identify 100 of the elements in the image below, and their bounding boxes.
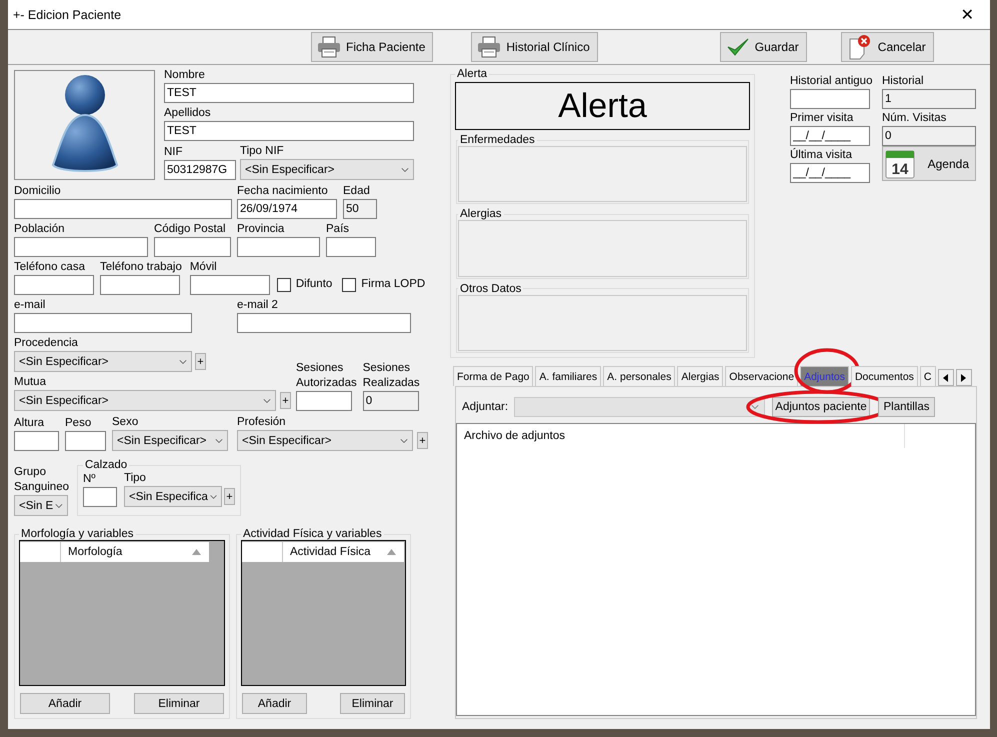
text-field[interactable] bbox=[296, 391, 352, 411]
text-field[interactable] bbox=[65, 431, 106, 451]
add-button[interactable]: + bbox=[195, 353, 206, 370]
add-button[interactable]: + bbox=[224, 488, 235, 505]
tab[interactable]: Documentos bbox=[850, 366, 918, 386]
field-label: e-mail 2 bbox=[237, 298, 278, 313]
text-field[interactable]: 50 bbox=[343, 199, 377, 219]
text-field[interactable] bbox=[237, 313, 411, 333]
text-field[interactable] bbox=[190, 275, 270, 295]
add-button[interactable]: + bbox=[280, 392, 291, 409]
field-label: Altura bbox=[14, 416, 44, 431]
toolbar-button[interactable]: Guardar bbox=[720, 32, 807, 62]
field-label: Adjuntar: bbox=[462, 401, 510, 413]
checkbox-label: Firma LOPD bbox=[361, 277, 426, 292]
field-label: Primer visita bbox=[790, 111, 854, 126]
field-label: Edad bbox=[343, 184, 370, 199]
tab[interactable]: C bbox=[920, 366, 936, 386]
tab[interactable]: A. familiares bbox=[535, 366, 602, 386]
alert-banner: Alerta bbox=[455, 82, 750, 130]
group-title: Actividad Física y variables bbox=[242, 528, 383, 540]
row-header-cell bbox=[242, 542, 283, 562]
text-field[interactable]: 0 bbox=[882, 126, 976, 146]
text-field[interactable] bbox=[326, 237, 376, 257]
field-label: Núm. Visitas bbox=[882, 111, 946, 126]
text-field[interactable]: 1 bbox=[882, 89, 976, 109]
field-label: Sexo bbox=[112, 415, 138, 430]
sort-up-icon bbox=[192, 549, 201, 555]
group-title: Alergias bbox=[459, 208, 503, 220]
column-header[interactable]: Morfología bbox=[61, 542, 209, 562]
grid-button[interactable]: Eliminar bbox=[134, 693, 224, 714]
tab[interactable]: Forma de Pago bbox=[453, 366, 534, 386]
text-field[interactable] bbox=[237, 237, 320, 257]
text-field[interactable]: __/__/____ bbox=[790, 126, 870, 146]
group-title: Otros Datos bbox=[459, 282, 522, 295]
field-label: Población bbox=[14, 222, 65, 237]
checkbox[interactable] bbox=[342, 278, 356, 292]
field-label: Historial antiguo bbox=[790, 74, 872, 89]
add-button[interactable]: + bbox=[417, 432, 428, 449]
column-header[interactable]: Actividad Física bbox=[283, 542, 404, 562]
tab[interactable]: A. personales bbox=[603, 366, 676, 386]
text-field[interactable]: 50312987G bbox=[164, 160, 236, 180]
checkbox-label: Difunto bbox=[296, 277, 332, 292]
field-label: Domicilio bbox=[14, 184, 61, 199]
field-label: País bbox=[326, 222, 350, 237]
field-label: Procedencia bbox=[14, 336, 78, 351]
field-label: Teléfono casa bbox=[14, 260, 85, 275]
text-field[interactable]: TEST bbox=[164, 83, 414, 103]
field-label: Sesiones Realizadas bbox=[362, 361, 420, 391]
scroll-right-button[interactable] bbox=[956, 369, 972, 386]
field-label: Grupo Sanguineo bbox=[14, 465, 69, 495]
tab[interactable]: Observacione bbox=[725, 366, 798, 386]
field-label: Tipo bbox=[124, 471, 146, 486]
field-label: Móvil bbox=[190, 260, 217, 275]
text-field[interactable] bbox=[14, 199, 232, 219]
text-field[interactable] bbox=[14, 313, 192, 333]
text-field[interactable] bbox=[154, 237, 231, 257]
dropdown[interactable]: <Sin Especificar> bbox=[237, 430, 413, 451]
text-field[interactable] bbox=[14, 237, 148, 257]
text-field[interactable] bbox=[82, 487, 117, 507]
text-field[interactable]: __/__/____ bbox=[790, 163, 870, 183]
left-triangle-icon bbox=[943, 374, 948, 382]
text-field[interactable] bbox=[100, 275, 180, 295]
field-label: Última visita bbox=[790, 148, 852, 163]
scroll-left-button[interactable] bbox=[938, 369, 954, 386]
dropdown[interactable]: <Sin Especifica bbox=[124, 486, 222, 507]
dropdown[interactable]: <Sin E bbox=[14, 495, 68, 516]
checkbox[interactable] bbox=[276, 278, 291, 292]
toolbar-button[interactable]: Cancelar bbox=[840, 32, 934, 62]
tab[interactable]: Alergias bbox=[677, 366, 724, 386]
text-field[interactable]: 26/09/1974 bbox=[237, 199, 337, 219]
field-label: e-mail bbox=[14, 298, 46, 313]
field-label: Código Postal bbox=[154, 222, 226, 237]
grid-button[interactable]: Eliminar bbox=[340, 693, 405, 714]
field-label: Mutua bbox=[14, 375, 46, 390]
text-field[interactable] bbox=[14, 431, 59, 451]
dropdown[interactable]: <Sin Especificar> bbox=[112, 430, 228, 451]
dropdown[interactable]: <Sin Especificar> bbox=[14, 351, 192, 372]
sort-up-icon bbox=[387, 549, 396, 555]
text-field[interactable]: TEST bbox=[164, 121, 414, 141]
dropdown[interactable]: <Sin Especificar> bbox=[14, 390, 276, 411]
toolbar-button[interactable]: Historial Clínico bbox=[471, 32, 598, 62]
agenda-button[interactable]: 14 Agenda bbox=[882, 146, 976, 181]
dropdown[interactable]: <Sin Especificar> bbox=[240, 159, 414, 180]
text-field[interactable]: 0 bbox=[362, 391, 419, 411]
field-label: Apellidos bbox=[164, 106, 211, 121]
field-label: Nombre bbox=[164, 68, 205, 83]
right-triangle-icon bbox=[961, 374, 966, 382]
grid-button[interactable]: Añadir bbox=[20, 693, 110, 714]
printer-icon bbox=[477, 36, 502, 58]
checkmark-icon bbox=[726, 36, 750, 58]
field-label: Profesión bbox=[237, 415, 286, 430]
group-title: Calzado bbox=[84, 459, 128, 471]
field-label: Tipo NIF bbox=[240, 144, 284, 159]
text-field[interactable] bbox=[14, 275, 94, 295]
window-title: +- Edicion Paciente bbox=[13, 8, 122, 22]
text-field[interactable] bbox=[790, 89, 870, 109]
toolbar-button[interactable]: Ficha Paciente bbox=[311, 32, 434, 62]
close-button[interactable]: ✕ bbox=[954, 5, 980, 24]
calendar-icon: 14 bbox=[885, 148, 915, 178]
grid-button[interactable]: Añadir bbox=[242, 693, 307, 714]
